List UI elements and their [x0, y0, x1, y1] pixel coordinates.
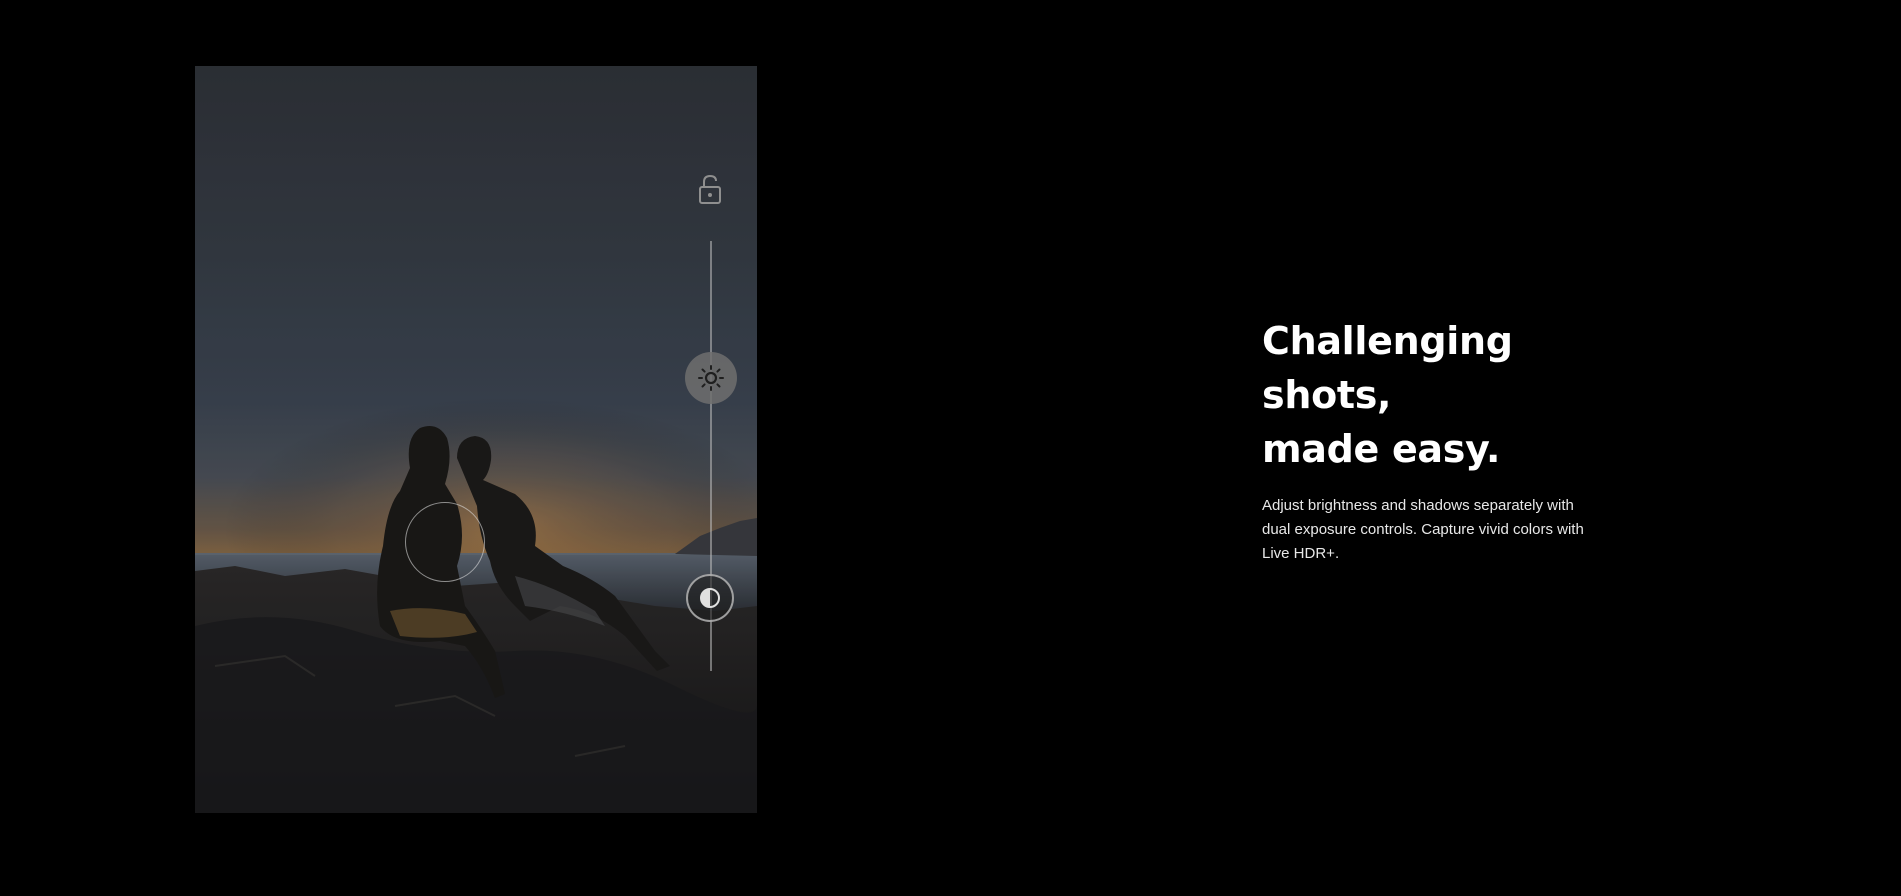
headline: Challenging shots, made easy. — [1262, 314, 1592, 476]
focus-ring-icon[interactable] — [405, 502, 485, 582]
brightness-slider-knob[interactable] — [685, 352, 737, 404]
unlock-icon[interactable] — [696, 173, 724, 207]
feature-description: Adjust brightness and shadows separately… — [1262, 497, 1584, 562]
contrast-icon — [700, 588, 720, 608]
shadow-slider-knob[interactable] — [686, 574, 734, 622]
camera-viewfinder — [195, 66, 757, 813]
headline-line-2: shots, — [1262, 373, 1392, 417]
sunset-couple-photo — [195, 366, 757, 813]
page: Challenging shots, made easy. Adjust bri… — [0, 0, 1901, 896]
sun-icon — [698, 365, 724, 391]
feature-copy: Challenging shots, made easy. Adjust bri… — [1262, 314, 1592, 566]
headline-line-3: made easy. — [1262, 427, 1501, 471]
headline-line-1: Challenging — [1262, 319, 1513, 363]
